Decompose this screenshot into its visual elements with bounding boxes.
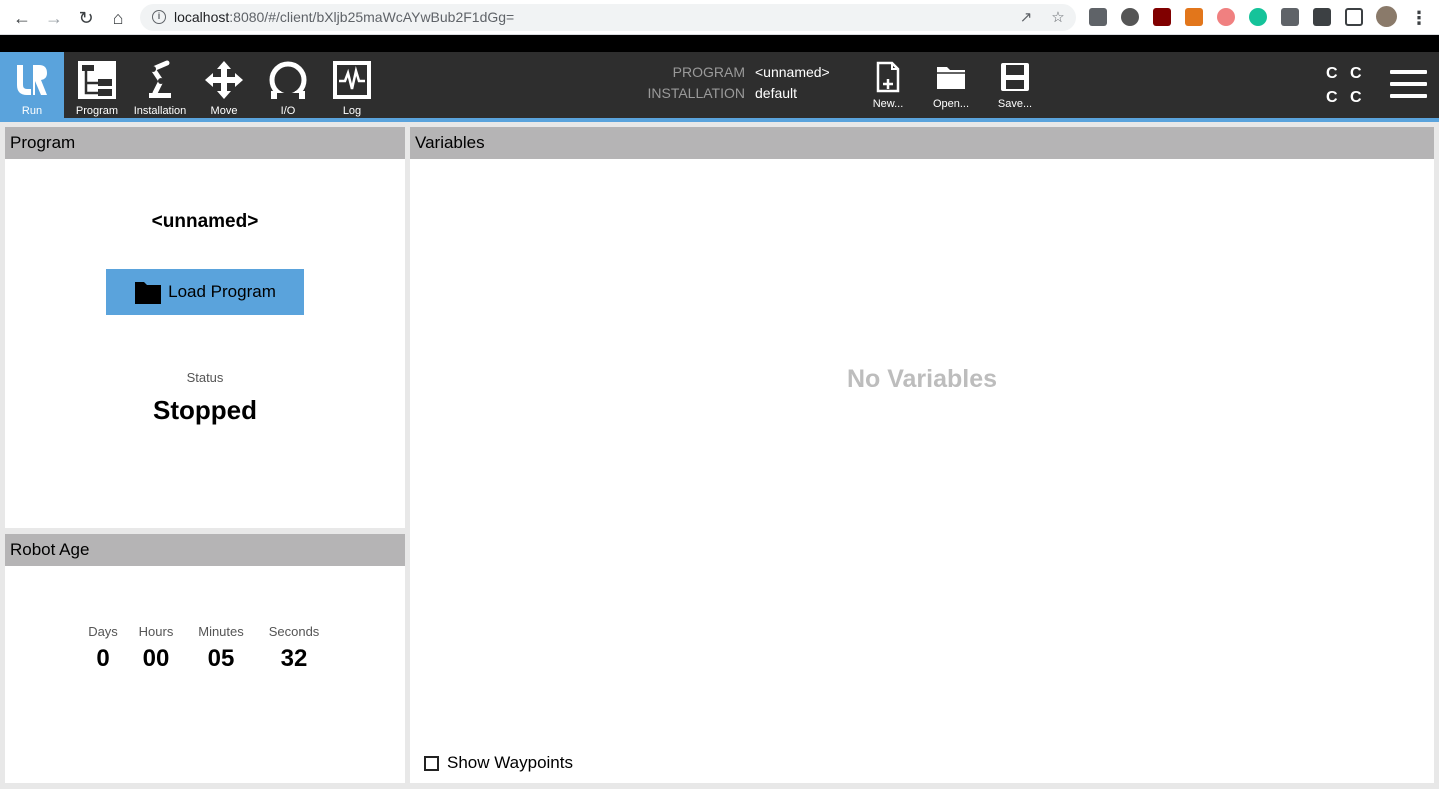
tab-label: Installation (133, 105, 187, 117)
tab-label: Log (342, 105, 362, 117)
new-file-icon (876, 61, 900, 93)
folder-open-icon (937, 67, 965, 89)
ur-logo-icon (17, 65, 47, 95)
show-waypoints-label: Show Waypoints (447, 753, 573, 772)
tab-io[interactable]: I/O (256, 52, 320, 118)
site-info-icon[interactable]: i (152, 10, 166, 24)
bookmark-star-icon[interactable]: ☆ (1048, 8, 1068, 28)
ublock-icon[interactable] (1153, 8, 1171, 26)
status-value: Stopped (153, 395, 257, 425)
status-label: Status (186, 370, 224, 385)
panel-title: Program (5, 127, 405, 159)
robot-arm-icon (149, 60, 171, 98)
tab-label: Move (210, 105, 238, 117)
age-hours: Hours 00 (138, 624, 174, 672)
profile-avatar[interactable] (1376, 6, 1397, 27)
load-program-button[interactable]: Load Program (106, 269, 304, 315)
floppy-disk-icon (1001, 63, 1029, 91)
variables-panel: Variables No Variables Show Waypoints (410, 127, 1434, 783)
tab-label: I/O (280, 105, 296, 117)
open-button[interactable]: Open... (923, 52, 979, 118)
new-button[interactable]: New... (860, 52, 916, 118)
browser-menu-icon[interactable]: ⋮ (1406, 5, 1432, 31)
reload-icon[interactable]: ↻ (73, 5, 99, 31)
extension-s-icon[interactable] (1089, 8, 1107, 26)
forward-arrow-icon[interactable]: → (41, 5, 67, 31)
log-icon (333, 61, 371, 99)
age-seconds: Seconds 32 (268, 624, 320, 672)
app-header: Run Program Installation Move I/O Log PR… (0, 52, 1439, 118)
url-text: localhost:8080/#/client/bXljb25maWcAYwBu… (174, 9, 515, 25)
save-button[interactable]: Save... (987, 52, 1043, 118)
installation-key: INSTALLATION (647, 85, 745, 101)
control-indicator: C (1326, 89, 1338, 106)
age-days: Days 0 (88, 624, 118, 672)
tab-run[interactable]: Run (0, 52, 64, 118)
program-tree-icon (78, 61, 116, 99)
program-panel: Program <unnamed> Load Program Status St… (5, 127, 405, 528)
program-name: <unnamed> (151, 211, 259, 232)
load-program-label: Load Program (168, 282, 276, 301)
tab-program[interactable]: Program (65, 52, 129, 118)
side-panel-icon[interactable] (1345, 8, 1363, 26)
home-icon[interactable]: ⌂ (105, 5, 131, 31)
control-indicator: C (1326, 65, 1338, 82)
tab-label: Program (75, 105, 119, 117)
media-control-icon[interactable] (1313, 8, 1331, 26)
folder-icon (135, 282, 162, 304)
tab-installation[interactable]: Installation (128, 52, 192, 118)
robot-age-panel: Robot Age Days 0 Hours 00 Minutes 05 Sec… (5, 534, 405, 783)
control-indicator: C (1350, 65, 1362, 82)
accent-line (0, 118, 1439, 122)
grammarly-icon[interactable] (1249, 8, 1267, 26)
age-minutes: Minutes 05 (198, 624, 244, 672)
move-arrows-icon (205, 61, 243, 99)
tab-move[interactable]: Move (192, 52, 256, 118)
share-icon[interactable]: ↗ (1016, 8, 1036, 28)
shield-extension-icon[interactable] (1217, 8, 1235, 26)
tab-log[interactable]: Log (320, 52, 384, 118)
program-value: <unnamed> (755, 64, 830, 80)
installation-value: default (755, 85, 798, 101)
show-waypoints-checkbox[interactable] (424, 755, 439, 771)
browser-toolbar: ← → ↻ ⌂ i localhost:8080/#/client/bXljb2… (0, 0, 1439, 35)
hamburger-menu-icon[interactable] (1390, 70, 1427, 106)
address-bar[interactable]: i localhost:8080/#/client/bXljb25maWcAYw… (140, 4, 1076, 31)
control-indicator: C (1350, 89, 1362, 106)
extension-glasses-icon[interactable] (1121, 8, 1139, 26)
program-key: PROGRAM (672, 64, 745, 80)
io-icon (269, 61, 307, 99)
panel-title: Robot Age (5, 534, 405, 566)
show-waypoints-toggle[interactable]: Show Waypoints (424, 753, 573, 773)
panel-title: Variables (410, 127, 1434, 159)
empty-state-text: No Variables (846, 365, 998, 393)
tab-label: Run (21, 105, 43, 117)
metamask-icon[interactable] (1185, 8, 1203, 26)
puzzle-extensions-icon[interactable] (1281, 8, 1299, 26)
top-strip (0, 35, 1439, 52)
back-arrow-icon[interactable]: ← (9, 5, 35, 31)
